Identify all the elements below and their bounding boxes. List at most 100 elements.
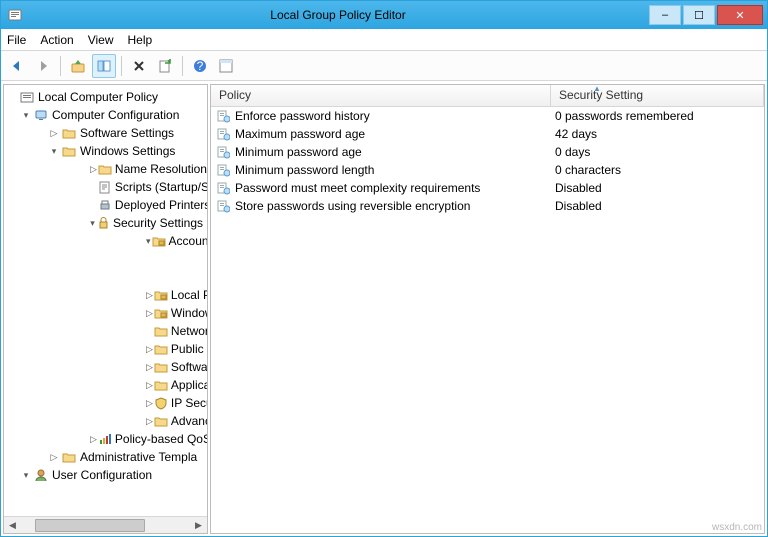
expander-icon[interactable]: ▷ [146, 379, 153, 391]
close-button[interactable]: ✕ [717, 5, 763, 25]
tree-label: Application Con [171, 378, 207, 392]
policy-item-icon [215, 198, 231, 214]
expander-icon[interactable]: ▾ [20, 469, 32, 481]
tree-node-qos[interactable]: ▷Policy-based QoS [90, 430, 207, 448]
expander-icon[interactable]: ▷ [146, 397, 153, 409]
tree-node-deployed-printers[interactable]: ▷Deployed Printers [90, 196, 207, 214]
expander-icon[interactable]: ▷ [146, 361, 153, 373]
policy-value: 0 days [551, 145, 764, 159]
list-item[interactable]: Password must meet complexity requiremen… [211, 179, 764, 197]
expander-icon[interactable]: ▷ [146, 289, 153, 301]
list-item[interactable]: Minimum password length0 characters [211, 161, 764, 179]
tree-node-user-config[interactable]: ▾ User Configuration [20, 466, 207, 484]
properties-button[interactable] [214, 54, 238, 78]
up-button[interactable] [66, 54, 90, 78]
watermark: wsxdn.com [712, 522, 762, 533]
list-item[interactable]: Maximum password age42 days [211, 125, 764, 143]
folder-lock-icon [154, 287, 168, 303]
tree-node-software-settings[interactable]: ▷ Software Settings [48, 124, 207, 142]
list-item[interactable]: Enforce password history 0 passwords reme… [211, 107, 764, 125]
tree-node-scripts[interactable]: ▷Scripts (Startup/Shu [90, 178, 207, 196]
tree-label: Windows Settings [80, 144, 175, 158]
expander-icon[interactable]: ▾ [90, 217, 95, 229]
expander-icon[interactable]: ▷ [146, 307, 153, 319]
policy-item-icon [215, 108, 231, 124]
tree-pane: ▷ Local Computer Policy ▾ Computer Confi… [3, 84, 208, 534]
menu-file[interactable]: File [7, 33, 26, 47]
policy-name: Password must meet complexity requiremen… [235, 181, 480, 195]
menu-view[interactable]: View [88, 33, 114, 47]
tree-label: Advanced Audi [171, 414, 207, 428]
tree-node-security-settings[interactable]: ▾ Security Settings [90, 214, 207, 232]
export-button[interactable] [153, 54, 177, 78]
expander-icon[interactable]: ▷ [90, 163, 97, 175]
tree-node-public-key[interactable]: ▷Public Key Polic [146, 340, 207, 358]
menu-help[interactable]: Help [128, 33, 153, 47]
scroll-right-icon[interactable]: ▶ [190, 518, 207, 533]
app-window: Local Group Policy Editor – ☐ ✕ File Act… [0, 0, 768, 537]
tree-label: User Configuration [52, 468, 152, 482]
menu-bar: File Action View Help [1, 29, 767, 51]
tree-node-admin-templates[interactable]: ▷Administrative Templa [48, 448, 207, 466]
tree-label: Scripts (Startup/Shu [115, 180, 207, 194]
security-icon [96, 215, 110, 231]
policy-name: Enforce password history [235, 109, 370, 123]
scroll-track[interactable] [21, 518, 190, 533]
folder-lock-icon [152, 233, 166, 249]
expander-icon[interactable]: ▷ [146, 415, 153, 427]
tree-node-application-control[interactable]: ▷ Application Con [146, 376, 207, 394]
folder-icon [154, 377, 168, 393]
show-hide-tree-button[interactable] [92, 54, 116, 78]
toolbar: ? [1, 51, 767, 81]
title-bar[interactable]: Local Group Policy Editor – ☐ ✕ [1, 1, 767, 29]
tree-node-ip-security[interactable]: ▷IP Security Polic [146, 394, 207, 412]
tree-node-windows-firewall[interactable]: ▷Windows Firew [146, 304, 207, 322]
list-header: Policy Security Setting ▲ [211, 85, 764, 107]
tree-node-advanced-audit[interactable]: ▷ Advanced Audi [146, 412, 207, 430]
expander-icon[interactable]: ▷ [48, 451, 60, 463]
column-header-security[interactable]: Security Setting [551, 85, 764, 106]
expander-icon[interactable]: ▾ [20, 109, 32, 121]
folder-icon [98, 161, 112, 177]
tree-node-windows-settings[interactable]: ▾ Windows Settings [48, 142, 207, 160]
tree-node-account-policies[interactable]: ▾Account Policie [146, 232, 207, 250]
tree-node-local-policies[interactable]: ▷Local Policies [146, 286, 207, 304]
tree-node-name-resolution[interactable]: ▷ Name Resolution P [90, 160, 207, 178]
folder-icon [154, 341, 168, 357]
expander-icon[interactable]: ▷ [90, 433, 97, 445]
scroll-thumb[interactable] [35, 519, 145, 532]
tree-label: Software Restric [171, 360, 207, 374]
list-body[interactable]: Enforce password history 0 passwords reme… [211, 107, 764, 533]
tree-node-software-restriction[interactable]: ▷ Software Restric [146, 358, 207, 376]
toolbar-separator [182, 56, 183, 76]
policy-tree[interactable]: ▷ Local Computer Policy ▾ Computer Confi… [4, 85, 207, 516]
expander-icon[interactable]: ▾ [146, 235, 151, 247]
tree-node-computer-config[interactable]: ▾ Computer Configuration [20, 106, 207, 124]
expander-icon[interactable]: ▷ [146, 343, 153, 355]
policy-name: Minimum password age [235, 145, 362, 159]
maximize-button[interactable]: ☐ [683, 5, 715, 25]
list-item[interactable]: Minimum password age 0 days [211, 143, 764, 161]
sort-indicator-icon: ▲ [593, 84, 601, 93]
policy-value: Disabled [551, 199, 764, 213]
back-button[interactable] [5, 54, 29, 78]
minimize-button[interactable]: – [649, 5, 681, 25]
tree-label: Security Settings [113, 216, 203, 230]
policy-value: 0 passwords remembered [551, 109, 764, 123]
tree-label: Name Resolution P [115, 162, 207, 176]
tree-label: Software Settings [80, 126, 174, 140]
help-button[interactable]: ? [188, 54, 212, 78]
forward-button[interactable] [31, 54, 55, 78]
delete-button[interactable] [127, 54, 151, 78]
tree-node-network-list[interactable]: ▷Network List M [146, 322, 207, 340]
tree-label: Computer Configuration [52, 108, 179, 122]
tree-node-root[interactable]: ▷ Local Computer Policy [6, 88, 207, 106]
column-header-policy[interactable]: Policy [211, 85, 551, 106]
policy-item-icon [215, 180, 231, 196]
tree-hscrollbar[interactable]: ◀ ▶ [4, 516, 207, 533]
list-item[interactable]: Store passwords using reversible encrypt… [211, 197, 764, 215]
expander-icon[interactable]: ▾ [48, 145, 60, 157]
scroll-left-icon[interactable]: ◀ [4, 518, 21, 533]
menu-action[interactable]: Action [40, 33, 73, 47]
expander-icon[interactable]: ▷ [48, 127, 60, 139]
